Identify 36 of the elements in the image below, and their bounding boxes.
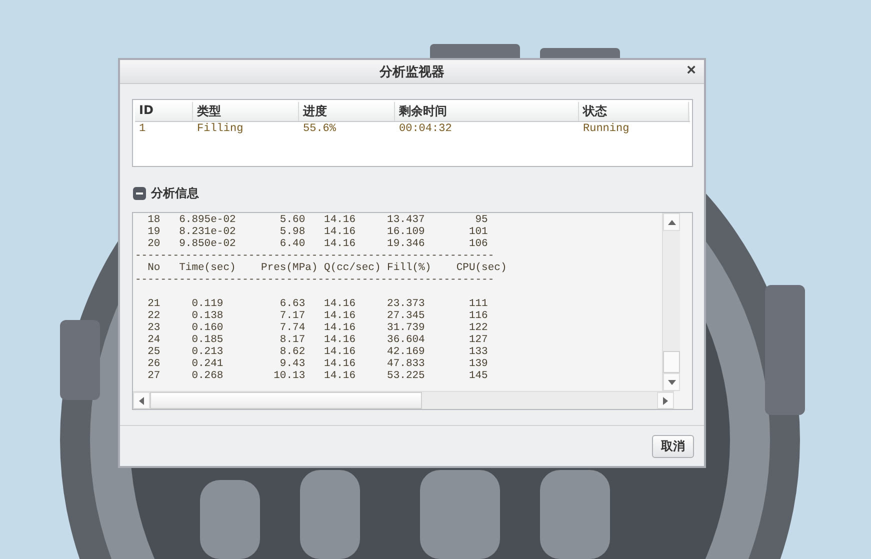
table-cell-text: 55.6% — [302, 122, 338, 135]
column-header[interactable]: 状态 — [579, 102, 689, 121]
column-header[interactable]: 进度 — [299, 102, 395, 121]
log-line: 20 9.850e-02 6.40 14.16 19.346 106 — [146, 238, 489, 250]
scroll-up-icon[interactable] — [668, 220, 676, 224]
log-line: 26 0.241 9.43 14.16 47.833 139 — [146, 358, 489, 370]
horizontal-scrollbar[interactable] — [133, 391, 674, 409]
log-line: 23 0.160 7.74 14.16 31.739 122 — [146, 322, 489, 334]
log-line: No Time(sec) Pres(MPa) Q(cc/sec) Fill(%) CPU(sec) — [146, 262, 508, 274]
log-line: 22 0.138 7.17 14.16 27.345 116 — [146, 310, 489, 322]
scroll-right-icon[interactable] — [663, 396, 668, 404]
window-title: 分析监视器 — [380, 64, 444, 80]
table-cell-text: 1 — [138, 122, 147, 135]
table-cell-text: Filling — [196, 122, 244, 135]
scroll-down-icon[interactable] — [668, 380, 676, 384]
log-line: 27 0.268 10.13 14.16 53.225 145 — [146, 370, 489, 382]
scroll-left-icon[interactable] — [139, 396, 144, 404]
column-header[interactable]: ID — [135, 102, 193, 121]
column-header[interactable]: 类型 — [193, 102, 299, 121]
log-line: 19 8.231e-02 5.98 14.16 16.109 101 — [146, 226, 489, 238]
collapse-icon[interactable] — [133, 187, 146, 200]
log-line: 24 0.185 8.17 14.16 36.604 127 — [146, 334, 489, 346]
scrollbar-thumb[interactable] — [663, 351, 680, 373]
scrollbar-thumb[interactable] — [150, 392, 422, 409]
log-line: --------------------------------------------------------- — [135, 274, 496, 286]
log-line: 21 0.119 6.63 14.16 23.373 111 — [146, 298, 489, 310]
section-title: 分析信息 — [151, 185, 199, 202]
close-button[interactable]: × — [684, 62, 698, 80]
log-line: --------------------------------------------------------- — [135, 250, 496, 262]
table-cell-text: Running — [582, 122, 630, 135]
vertical-scrollbar[interactable] — [662, 213, 680, 391]
log-line: 25 0.213 8.62 14.16 42.169 133 — [146, 346, 489, 358]
table-cell-text: 00:04:32 — [398, 122, 453, 135]
cancel-button[interactable]: 取消 — [652, 434, 694, 458]
column-header[interactable]: 剩余时间 — [395, 102, 579, 121]
log-line: 18 6.895e-02 5.60 14.16 13.437 95 — [146, 214, 489, 226]
